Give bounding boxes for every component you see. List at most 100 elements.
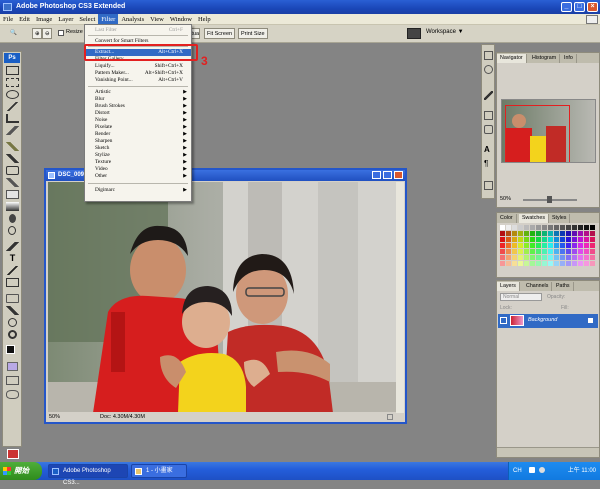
- menu-item-other[interactable]: Other ▶: [85, 173, 191, 180]
- menu-help[interactable]: Help: [195, 14, 214, 25]
- color-swatch[interactable]: [518, 249, 523, 254]
- eraser-tool-icon[interactable]: [6, 190, 19, 199]
- doc-maximize-button[interactable]: [383, 171, 392, 179]
- color-swatch[interactable]: [548, 225, 553, 230]
- color-swatch[interactable]: [566, 231, 571, 236]
- color-swatch[interactable]: [554, 237, 559, 242]
- menu-file[interactable]: File: [0, 14, 16, 25]
- color-swatch[interactable]: [512, 249, 517, 254]
- brush-tool-icon[interactable]: [6, 154, 19, 163]
- color-swatch[interactable]: [542, 237, 547, 242]
- color-swatch[interactable]: [548, 255, 553, 260]
- color-swatch[interactable]: [542, 231, 547, 236]
- color-swatch[interactable]: [524, 261, 529, 266]
- document-canvas-photo[interactable]: [48, 182, 398, 413]
- color-swatch[interactable]: [578, 249, 583, 254]
- tab-color[interactable]: Color: [497, 214, 517, 223]
- color-swatch[interactable]: [584, 255, 589, 260]
- tool-presets-icon[interactable]: [484, 91, 493, 100]
- color-swatch[interactable]: [542, 249, 547, 254]
- tab-layers[interactable]: Layers: [497, 282, 520, 291]
- ime-icon[interactable]: [7, 449, 19, 459]
- menu-item-sketch[interactable]: Sketch ▶: [85, 145, 191, 152]
- menu-item-liquify[interactable]: Liquify... Shift+Ctrl+X: [85, 63, 191, 70]
- navigator-zoom-value[interactable]: 50%: [500, 196, 511, 202]
- menu-item-pixelate[interactable]: Pixelate ▶: [85, 124, 191, 131]
- color-swatch[interactable]: [512, 231, 517, 236]
- quick-mask-icon[interactable]: [7, 362, 18, 371]
- color-swatch[interactable]: [536, 255, 541, 260]
- color-swatch[interactable]: [572, 249, 577, 254]
- doc-minimize-button[interactable]: [372, 171, 381, 179]
- menu-item-digimarc[interactable]: Digimarc ▶: [85, 187, 191, 194]
- edit-in-imageready-icon[interactable]: [6, 390, 19, 399]
- menu-item-vanishing-point[interactable]: Vanishing Point... Alt+Ctrl+V: [85, 77, 191, 84]
- close-button[interactable]: ×: [587, 2, 598, 12]
- color-swatch[interactable]: [584, 225, 589, 230]
- tab-styles[interactable]: Styles: [549, 214, 571, 223]
- marquee-tool-icon[interactable]: [6, 78, 19, 87]
- color-swatch[interactable]: [524, 225, 529, 230]
- color-swatch[interactable]: [506, 255, 511, 260]
- eyedropper-tool-icon[interactable]: [6, 306, 19, 315]
- doc-window-close-button[interactable]: [394, 171, 403, 179]
- menu-item-noise[interactable]: Noise ▶: [85, 117, 191, 124]
- paragraph-panel-icon[interactable]: ¶: [484, 159, 493, 168]
- color-swatch[interactable]: [584, 237, 589, 242]
- menu-item-brush-strokes[interactable]: Brush Strokes ▶: [85, 103, 191, 110]
- type-tool-icon[interactable]: T: [6, 254, 19, 263]
- color-swatch[interactable]: [512, 261, 517, 266]
- color-swatch[interactable]: [536, 237, 541, 242]
- color-swatch[interactable]: [572, 243, 577, 248]
- color-swatch[interactable]: [566, 261, 571, 266]
- resize-windows-checkbox[interactable]: [58, 30, 64, 36]
- color-swatch[interactable]: [554, 255, 559, 260]
- zoom-tool-icon-tb[interactable]: [8, 330, 17, 339]
- color-swatch[interactable]: [578, 243, 583, 248]
- history-brush-icon[interactable]: [6, 178, 19, 187]
- color-swatch[interactable]: [530, 231, 535, 236]
- color-swatch[interactable]: [572, 261, 577, 266]
- color-swatch[interactable]: [524, 231, 529, 236]
- color-swatch[interactable]: [542, 243, 547, 248]
- path-selection-icon[interactable]: [6, 266, 19, 275]
- color-swatch[interactable]: [512, 237, 517, 242]
- color-swatch[interactable]: [548, 249, 553, 254]
- tab-paths[interactable]: Paths: [553, 282, 574, 291]
- color-swatch[interactable]: [518, 237, 523, 242]
- color-swatch[interactable]: [560, 261, 565, 266]
- magic-wand-tool-icon[interactable]: [6, 102, 19, 111]
- maximize-button[interactable]: □: [574, 2, 585, 12]
- tab-channels[interactable]: Channels: [523, 282, 553, 291]
- menu-image[interactable]: Image: [33, 14, 55, 25]
- color-swatch[interactable]: [530, 261, 535, 266]
- menu-item-video[interactable]: Video ▶: [85, 166, 191, 173]
- menu-edit[interactable]: Edit: [16, 14, 33, 25]
- color-swatch[interactable]: [506, 243, 511, 248]
- color-swatch[interactable]: [578, 261, 583, 266]
- clone-stamp-icon[interactable]: [6, 166, 19, 175]
- zoom-in-icon[interactable]: ⊕: [32, 28, 42, 39]
- color-swatch[interactable]: [524, 249, 529, 254]
- color-swatch[interactable]: [512, 225, 517, 230]
- color-swatch[interactable]: [542, 261, 547, 266]
- tray-volume-icon[interactable]: [539, 467, 545, 473]
- color-swatch[interactable]: [560, 249, 565, 254]
- color-swatch[interactable]: [548, 243, 553, 248]
- taskbar-photoshop[interactable]: Adobe Photoshop CS3...: [48, 464, 128, 486]
- gradient-tool-icon[interactable]: [6, 202, 19, 211]
- tray-network-icon[interactable]: [529, 467, 535, 473]
- zoom-out-icon[interactable]: ⊖: [42, 28, 52, 39]
- scroll-right-button[interactable]: [387, 414, 393, 420]
- color-swatch[interactable]: [530, 225, 535, 230]
- color-swatch[interactable]: [530, 237, 535, 242]
- color-swatch[interactable]: [500, 249, 505, 254]
- color-swatch[interactable]: [578, 225, 583, 230]
- color-swatch[interactable]: [578, 237, 583, 242]
- blend-mode-select[interactable]: Normal: [500, 293, 542, 301]
- color-swatch[interactable]: [500, 231, 505, 236]
- screen-mode-icon[interactable]: [6, 376, 19, 385]
- swatch-grid[interactable]: [500, 225, 596, 267]
- character-panel-icon[interactable]: A: [484, 145, 493, 154]
- color-swatch[interactable]: [542, 255, 547, 260]
